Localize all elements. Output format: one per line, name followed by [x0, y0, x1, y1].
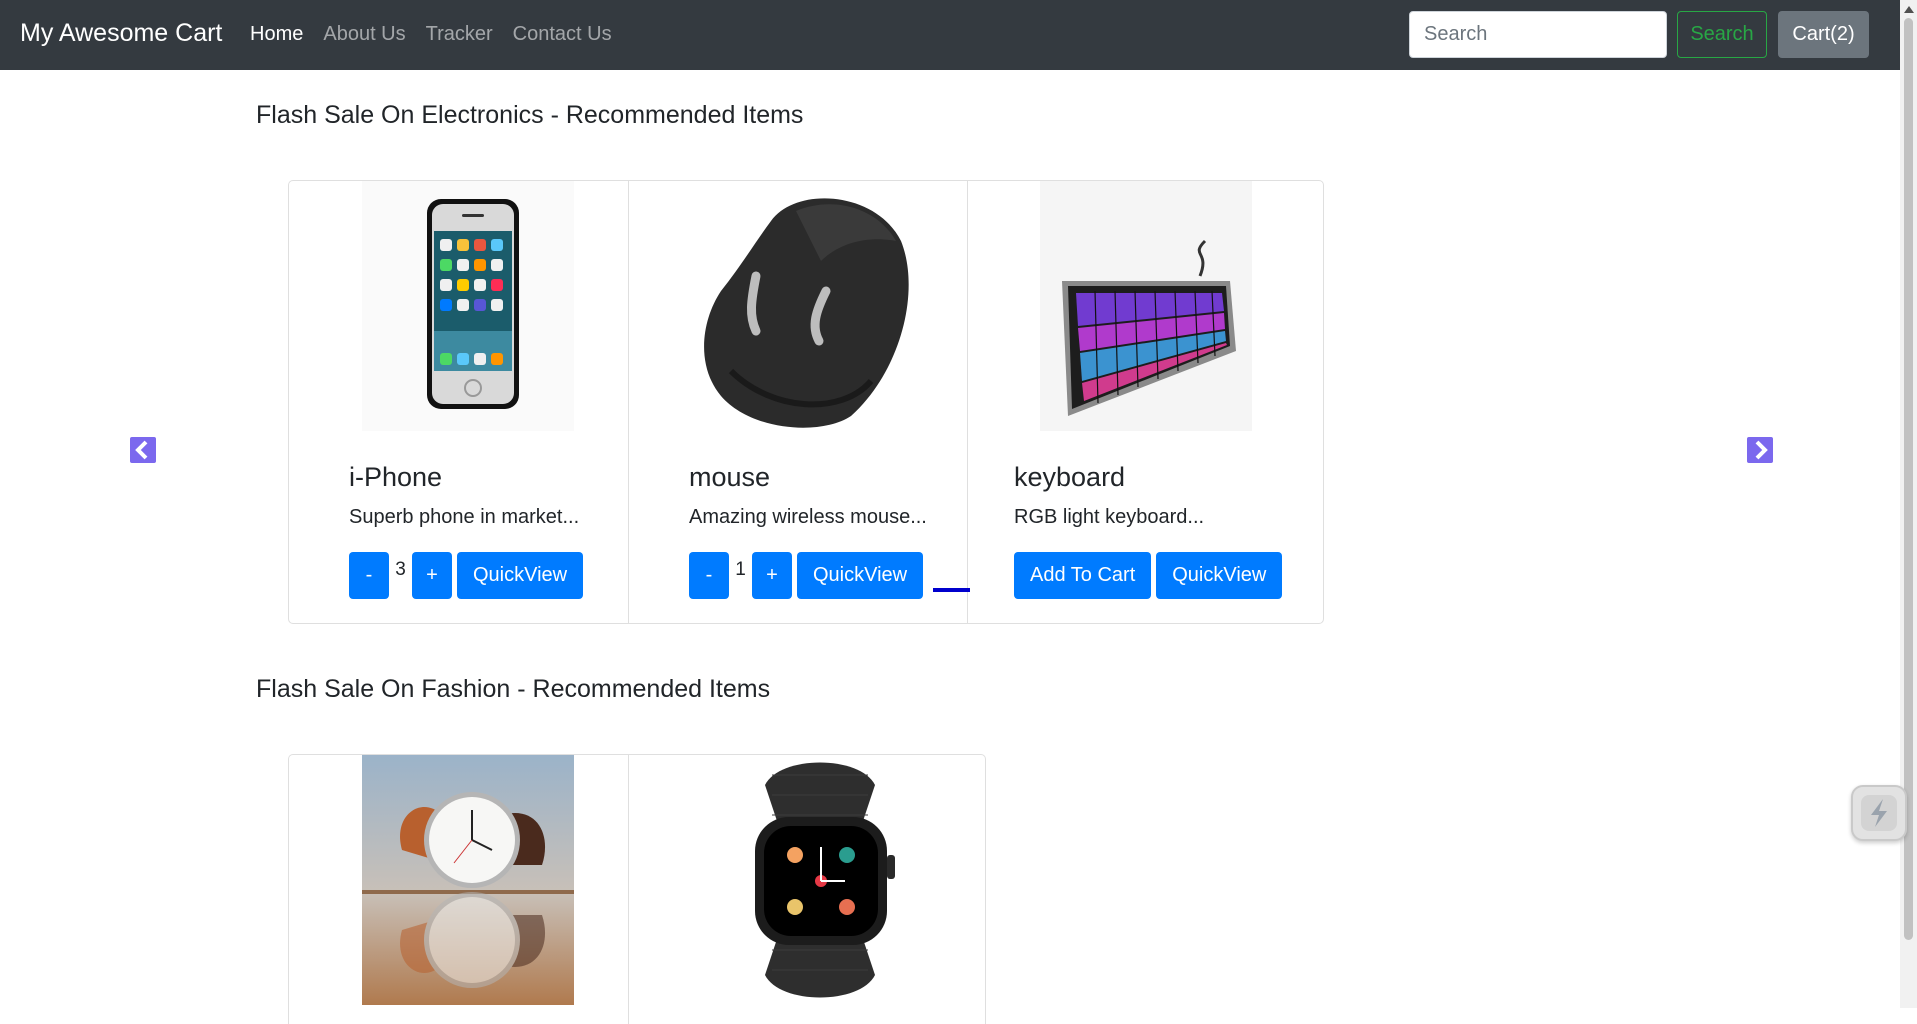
product-actions: Add To Cart QuickView	[1014, 552, 1283, 599]
product-title: i-Phone	[349, 462, 443, 492]
add-to-cart-button[interactable]: Add To Cart	[1014, 552, 1152, 599]
product-description: Superb phone in market...	[349, 506, 580, 528]
carousel-next-button[interactable]	[1747, 437, 1773, 463]
carousel-indicator[interactable]	[933, 588, 970, 592]
navbar: My Awesome Cart Home About Us Tracker Co…	[0, 0, 1900, 70]
product-card-mouse: mouse Amazing wireless mouse... - 1 + Qu…	[628, 181, 967, 623]
nav-link-about-us[interactable]: About Us	[323, 23, 405, 46]
nav-link-tracker[interactable]: Tracker	[426, 23, 493, 46]
nav-link-contact-us[interactable]: Contact Us	[513, 23, 612, 46]
product-actions: - 3 + QuickView	[349, 552, 584, 599]
search-input[interactable]	[1409, 11, 1667, 58]
section-title-electronics: Flash Sale On Electronics - Recommended …	[256, 101, 804, 129]
quantity-value: 1	[735, 558, 746, 580]
mouse-image	[701, 181, 913, 431]
product-title: keyboard	[1014, 462, 1126, 492]
section-title-fashion: Flash Sale On Fashion - Recommended Item…	[256, 675, 771, 703]
quantity-value: 3	[395, 558, 406, 580]
product-card-smart-watch	[628, 755, 985, 1024]
page-scrollbar[interactable]	[1900, 0, 1917, 1008]
scroll-up-arrow-icon[interactable]	[1904, 6, 1914, 13]
lightning-icon	[1861, 795, 1897, 831]
carousel-prev-button[interactable]	[130, 437, 156, 463]
increase-qty-button[interactable]: +	[412, 552, 452, 599]
product-description: Amazing wireless mouse...	[689, 506, 927, 528]
product-card-keyboard: keyboard RGB light keyboard... Add To Ca…	[967, 181, 1323, 623]
iphone-image	[362, 181, 574, 431]
wrist-watch-image	[362, 755, 574, 1005]
nav-links: Home About Us Tracker Contact Us	[250, 23, 612, 46]
product-actions: - 1 + QuickView	[689, 552, 924, 599]
product-title: mouse	[689, 462, 771, 492]
keyboard-image	[1040, 181, 1252, 431]
decrease-qty-button[interactable]: -	[349, 552, 389, 599]
fashion-carousel	[288, 754, 986, 1024]
chevron-right-icon	[1755, 440, 1768, 460]
quickview-button[interactable]: QuickView	[797, 552, 924, 599]
nav-link-home[interactable]: Home	[250, 23, 303, 46]
search-button[interactable]: Search	[1677, 11, 1767, 58]
product-card-wrist-watch	[289, 755, 628, 1024]
smart-watch-image	[710, 755, 922, 1005]
electronics-carousel: i-Phone Superb phone in market... - 3 + …	[288, 180, 1324, 624]
product-card-iphone: i-Phone Superb phone in market... - 3 + …	[289, 181, 628, 623]
decrease-qty-button[interactable]: -	[689, 552, 729, 599]
chevron-left-icon	[135, 440, 148, 460]
quickview-button[interactable]: QuickView	[1156, 552, 1283, 599]
brand-link[interactable]: My Awesome Cart	[20, 19, 222, 48]
floating-widget-button[interactable]	[1851, 785, 1907, 841]
increase-qty-button[interactable]: +	[752, 552, 792, 599]
quickview-button[interactable]: QuickView	[457, 552, 584, 599]
product-description: RGB light keyboard...	[1014, 506, 1205, 528]
cart-button[interactable]: Cart(2)	[1778, 11, 1869, 58]
